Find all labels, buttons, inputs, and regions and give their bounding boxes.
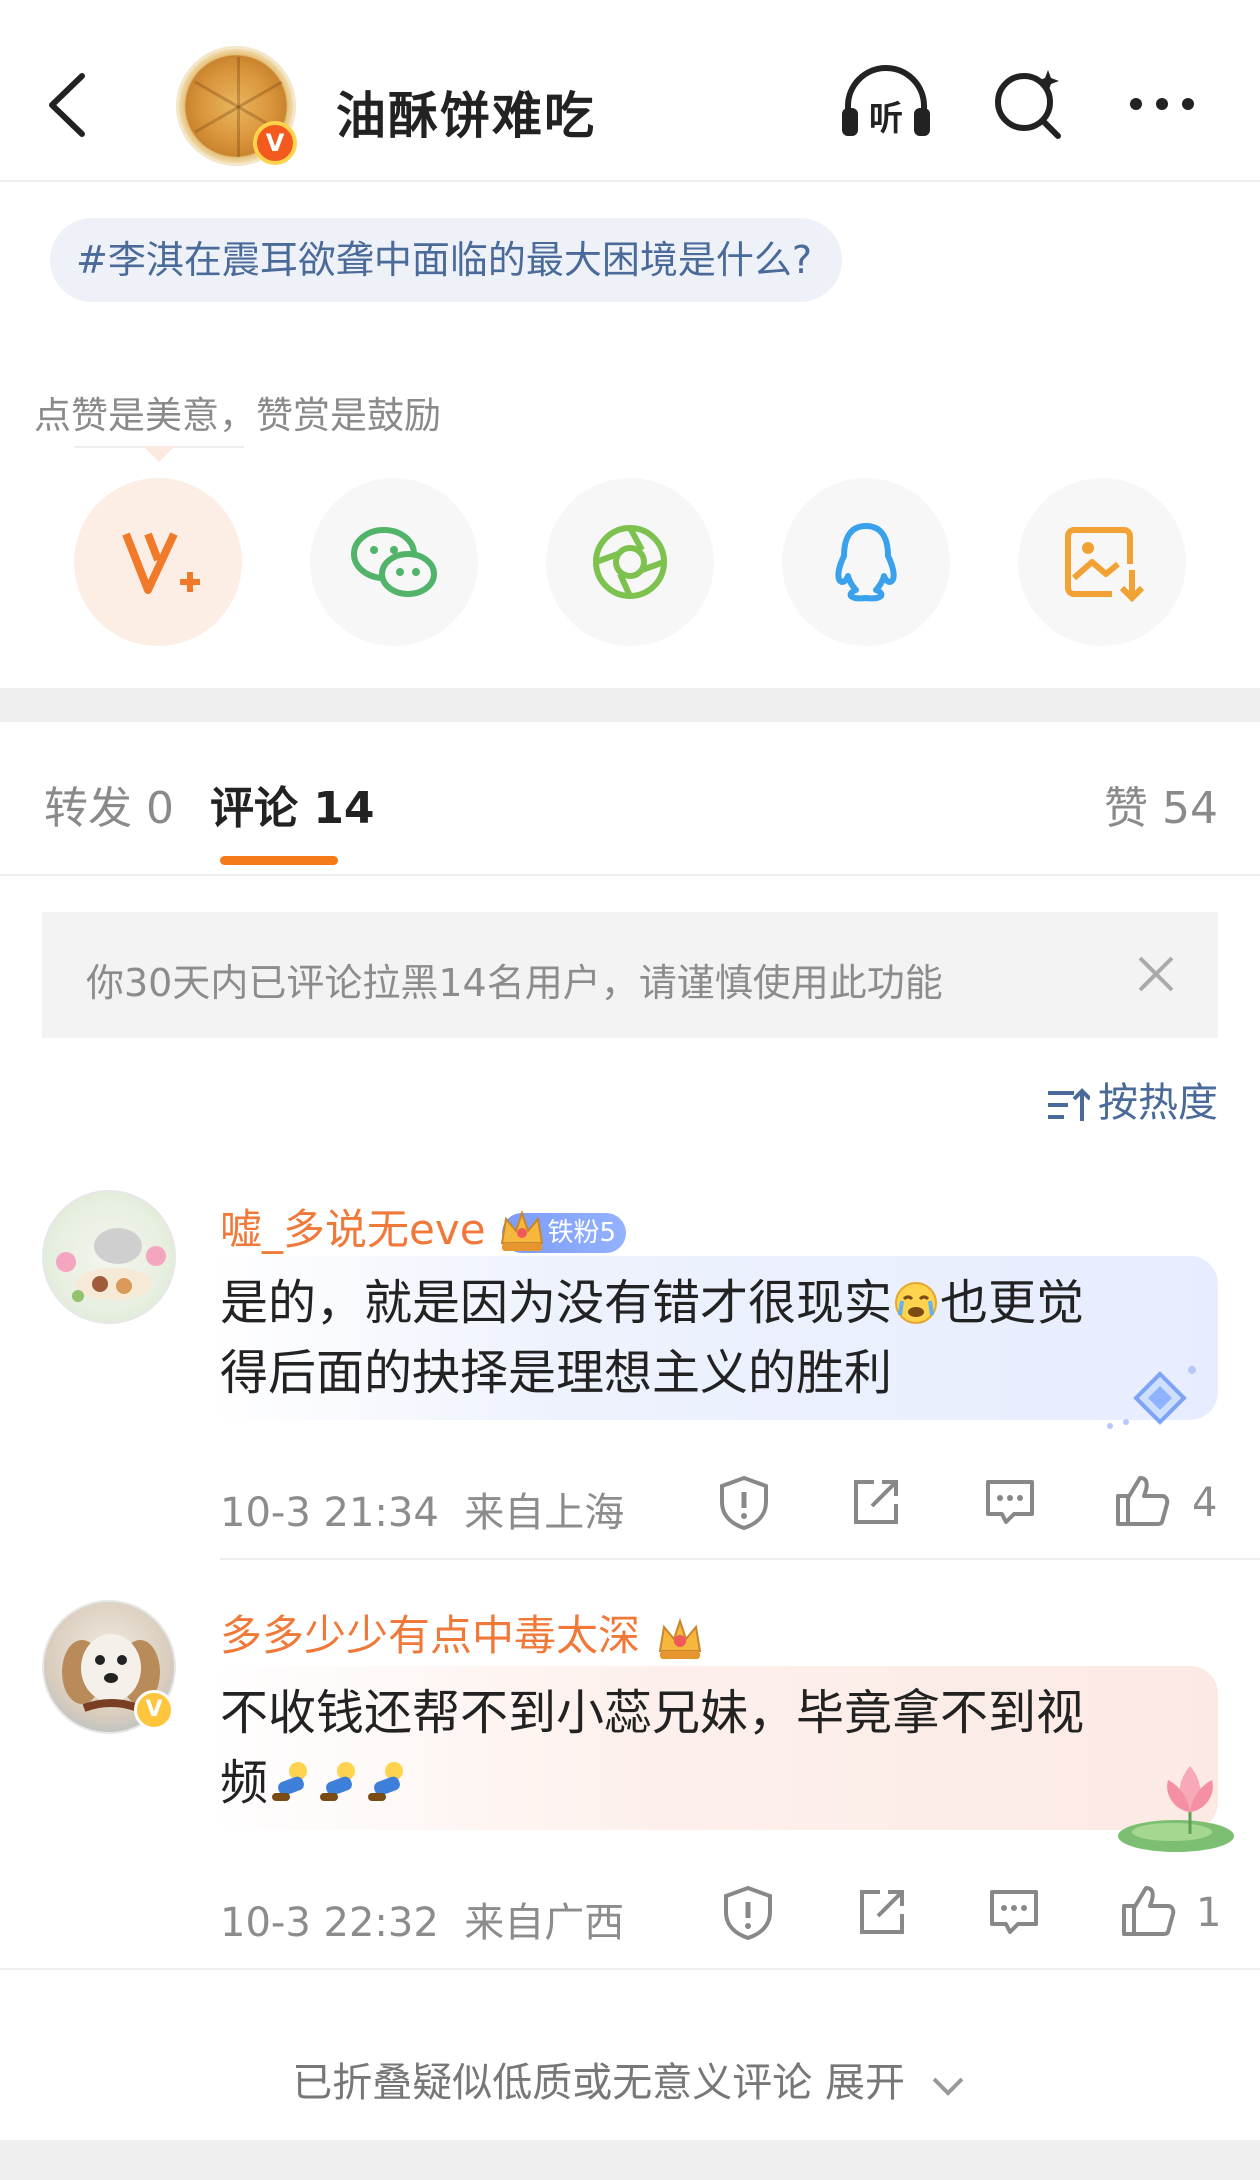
commenter-avatar[interactable]: V <box>42 1600 176 1734</box>
comment-body: 不收钱还帮不到小蕊兄妹，毕竟拿不到视 频 <box>206 1666 1218 1830</box>
folded-comments-label: 已折叠疑似低质或无意义评论 展开 <box>0 2050 1260 2108</box>
notice-text: 你30天内已评论拉黑14名用户，请谨慎使用此功能 <box>86 961 943 1005</box>
comment-time: 10-3 21:34 <box>220 1490 439 1536</box>
listen-label: 听 <box>869 99 903 139</box>
top-bar: V 油酥饼难吃 听 <box>0 0 1260 182</box>
share-wechat-button[interactable] <box>310 478 478 646</box>
like-count: 4 <box>1192 1480 1218 1526</box>
active-tab-indicator <box>220 856 338 865</box>
close-icon[interactable] <box>1134 952 1178 996</box>
reward-v-plus-button[interactable] <box>74 478 242 646</box>
fan-badge-label: 铁粉5 <box>547 1217 617 1248</box>
author-name[interactable]: 油酥饼难吃 <box>336 76 596 148</box>
like-count: 1 <box>1196 1890 1222 1936</box>
fan-level-badge: 铁粉5 <box>500 1209 627 1253</box>
sort-label: 按热度 <box>1098 1080 1218 1126</box>
comment-time: 10-3 22:32 <box>220 1900 439 1946</box>
like-icon[interactable] <box>1112 1470 1172 1530</box>
tab-likes[interactable]: 赞 54 <box>1104 772 1218 836</box>
moments-icon <box>593 525 667 599</box>
verified-badge: V <box>253 121 297 165</box>
more-icon[interactable] <box>1116 64 1216 144</box>
chevron-down-icon <box>932 2077 964 2096</box>
search-icon[interactable] <box>978 64 1078 144</box>
kneeling-emoji-icon <box>272 1762 308 1801</box>
topic-tag[interactable]: #李淇在震耳欲聋中面临的最大困境是什么? <box>50 218 843 302</box>
comment-meta: 10-3 21:34 来自上海 <box>220 1480 624 1538</box>
commenter-name[interactable]: 多多少少有点中毒太深 <box>220 1602 706 1665</box>
like-icon[interactable] <box>1118 1880 1178 1940</box>
sort-icon <box>1048 1088 1090 1121</box>
report-icon[interactable] <box>714 1472 774 1532</box>
section-divider <box>0 688 1260 722</box>
commenter-name-text: 嘘_多说无eve <box>220 1205 486 1254</box>
comment-divider <box>220 1558 1260 1560</box>
back-arrow-icon[interactable] <box>40 70 100 140</box>
reply-icon[interactable] <box>984 1882 1044 1942</box>
diamond-decoration-icon <box>1107 1366 1196 1429</box>
comment-location: 来自广西 <box>464 1900 625 1946</box>
kneeling-emoji-icon <box>320 1762 356 1801</box>
v-plus-icon <box>122 532 200 594</box>
hedgehog-avatar-image <box>56 1228 166 1302</box>
commenter-name[interactable]: 嘘_多说无eve 铁粉5 <box>220 1196 627 1257</box>
commenter-avatar[interactable] <box>42 1190 176 1324</box>
author-avatar[interactable]: V <box>176 46 297 166</box>
comment-text: 是的，就是因为没有错才很现实 <box>220 1275 893 1331</box>
comment-location: 来自上海 <box>464 1490 625 1536</box>
comment-text: 也更觉 <box>940 1275 1085 1331</box>
tab-comments[interactable]: 评论 14 <box>210 772 375 836</box>
crown-icon <box>500 1209 543 1251</box>
wechat-icon <box>351 527 437 597</box>
tip-pointer <box>143 446 175 462</box>
verified-badge: V <box>134 1690 174 1730</box>
reply-icon[interactable] <box>980 1472 1040 1532</box>
save-image-button[interactable] <box>1018 478 1186 646</box>
comment-text: 不收钱还帮不到小蕊兄妹，毕竟拿不到视 <box>220 1685 1085 1741</box>
share-qq-button[interactable] <box>782 478 950 646</box>
save-image-icon <box>1065 527 1145 603</box>
comment-text: 得后面的抉择是理想主义的胜利 <box>220 1345 893 1401</box>
crown-icon <box>658 1617 702 1659</box>
crying-emoji-icon <box>895 1282 938 1324</box>
tab-repost[interactable]: 转发 0 <box>44 772 174 836</box>
commenter-name-text: 多多少少有点中毒太深 <box>220 1611 641 1660</box>
share-icon[interactable] <box>852 1882 912 1942</box>
bottom-divider <box>0 2140 1260 2180</box>
tabs-divider <box>0 874 1260 876</box>
comment-meta: 10-3 22:32 来自广西 <box>220 1890 624 1948</box>
block-notice: 你30天内已评论拉黑14名用户，请谨慎使用此功能 <box>42 912 1218 1038</box>
report-icon[interactable] <box>718 1882 778 1942</box>
reward-tip: 点赞是美意，赞赏是鼓励 <box>34 394 441 437</box>
sort-button[interactable]: 按热度 <box>1046 1070 1218 1128</box>
folded-comments-row[interactable]: 已折叠疑似低质或无意义评论 展开 <box>0 1968 1260 2168</box>
qq-icon <box>835 523 897 602</box>
share-icon[interactable] <box>846 1472 906 1532</box>
headphones-icon[interactable]: 听 <box>836 64 936 144</box>
comment-body: 是的，就是因为没有错才很现实 也更觉 得后面的抉择是理想主义的胜利 <box>206 1256 1218 1420</box>
share-moments-button[interactable] <box>546 478 714 646</box>
folded-text: 已折叠疑似低质或无意义评论 展开 <box>292 2060 905 2106</box>
lotus-decoration-icon <box>1118 1766 1234 1852</box>
comment-text: 频 <box>220 1755 269 1811</box>
kneeling-emoji-icon <box>368 1762 404 1801</box>
